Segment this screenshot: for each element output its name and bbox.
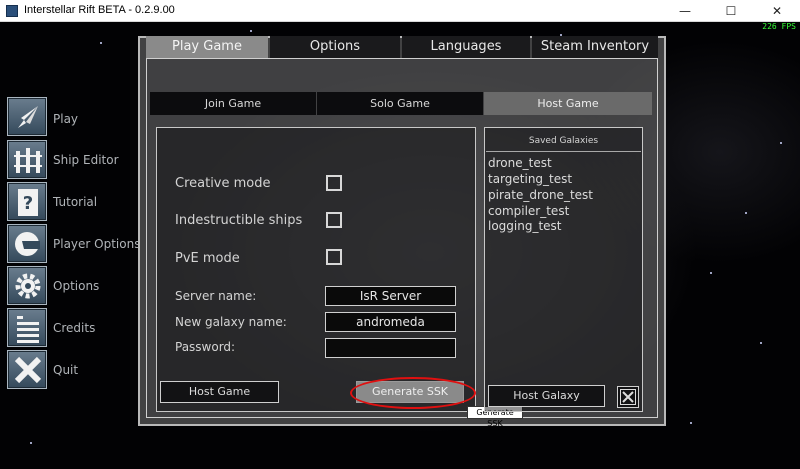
pve-mode-checkbox[interactable] <box>326 249 342 265</box>
galaxy-list-item[interactable]: logging_test <box>488 219 562 233</box>
close-window-button[interactable]: ✕ <box>754 0 800 22</box>
tutorial-menu-label[interactable]: Tutorial <box>53 195 97 209</box>
creative-mode-checkbox[interactable] <box>326 175 342 191</box>
indestructible-ships-label: Indestructible ships <box>175 213 303 228</box>
tab-options[interactable]: Options <box>270 36 400 58</box>
server-name-label: Server name: <box>175 289 257 303</box>
host-galaxy-button[interactable]: Host Galaxy <box>488 385 605 407</box>
star <box>30 442 32 444</box>
star <box>760 342 762 344</box>
galaxy-name-input[interactable]: andromeda <box>325 312 456 332</box>
ship-editor-menu-button[interactable] <box>7 140 47 179</box>
server-name-input[interactable]: IsR Server <box>325 286 456 306</box>
play-subtabs: Join Game Solo Game Host Game <box>150 92 652 115</box>
play-menu-button[interactable] <box>7 97 47 136</box>
quit-menu-label[interactable]: Quit <box>53 363 78 377</box>
minimize-button[interactable]: — <box>662 0 708 22</box>
tutorial-menu-button[interactable]: ? <box>7 182 47 221</box>
helmet-icon <box>15 232 40 256</box>
ship-editor-icon <box>14 148 42 173</box>
tab-languages[interactable]: Languages <box>402 36 530 58</box>
options-menu-button[interactable] <box>7 266 47 305</box>
tutorial-icon: ? <box>18 189 38 216</box>
credits-icon <box>17 316 39 343</box>
subtab-host-game[interactable]: Host Game <box>484 92 652 115</box>
saved-galaxies-divider <box>486 151 641 152</box>
quit-menu-button[interactable] <box>7 350 47 389</box>
window-titlebar: Interstellar Rift BETA - 0.2.9.00 — ☐ ✕ <box>0 0 800 22</box>
fps-counter: 226 FPS <box>762 22 796 31</box>
options-menu-label[interactable]: Options <box>53 279 99 293</box>
password-label: Password: <box>175 340 236 354</box>
star <box>100 42 102 44</box>
subtab-solo-game[interactable]: Solo Game <box>317 92 483 115</box>
gear-icon <box>15 273 41 299</box>
svg-text:?: ? <box>23 193 33 214</box>
star <box>710 272 712 274</box>
galaxy-list-item[interactable]: compiler_test <box>488 204 569 218</box>
main-tabs: Play Game Options Languages Steam Invent… <box>146 36 658 58</box>
player-options-menu-label[interactable]: Player Options <box>53 237 140 251</box>
highlight-annotation <box>350 377 476 409</box>
host-game-button[interactable]: Host Game <box>160 381 279 403</box>
saved-galaxies-title: Saved Galaxies <box>528 136 599 146</box>
player-options-menu-button[interactable] <box>7 224 47 263</box>
maximize-button[interactable]: ☐ <box>708 0 754 22</box>
close-icon <box>14 356 42 384</box>
host-game-form <box>156 127 476 412</box>
indestructible-ships-checkbox[interactable] <box>326 212 342 228</box>
delete-galaxy-button[interactable] <box>617 386 639 408</box>
window-title: Interstellar Rift BETA - 0.2.9.00 <box>24 4 175 16</box>
ship-editor-menu-label[interactable]: Ship Editor <box>53 153 119 167</box>
credits-menu-label[interactable]: Credits <box>53 321 95 335</box>
star <box>745 212 747 214</box>
play-menu-label[interactable]: Play <box>53 112 78 126</box>
app-icon <box>6 5 18 17</box>
tab-play-game[interactable]: Play Game <box>146 36 268 58</box>
star <box>690 422 692 424</box>
credits-menu-button[interactable] <box>7 308 47 347</box>
subtab-join-game[interactable]: Join Game <box>150 92 316 115</box>
close-icon <box>620 389 636 405</box>
pve-mode-label: PvE mode <box>175 251 240 266</box>
galaxy-list-item[interactable]: targeting_test <box>488 172 572 186</box>
tab-steam-inventory[interactable]: Steam Inventory <box>532 36 658 58</box>
star <box>250 30 252 32</box>
creative-mode-label: Creative mode <box>175 176 271 191</box>
galaxy-name-label: New galaxy name: <box>175 315 287 329</box>
galaxy-list-item[interactable]: drone_test <box>488 156 552 170</box>
password-input[interactable] <box>325 338 456 358</box>
star <box>780 142 782 144</box>
galaxy-list-item[interactable]: pirate_drone_test <box>488 188 593 202</box>
rocket-icon <box>18 106 38 128</box>
